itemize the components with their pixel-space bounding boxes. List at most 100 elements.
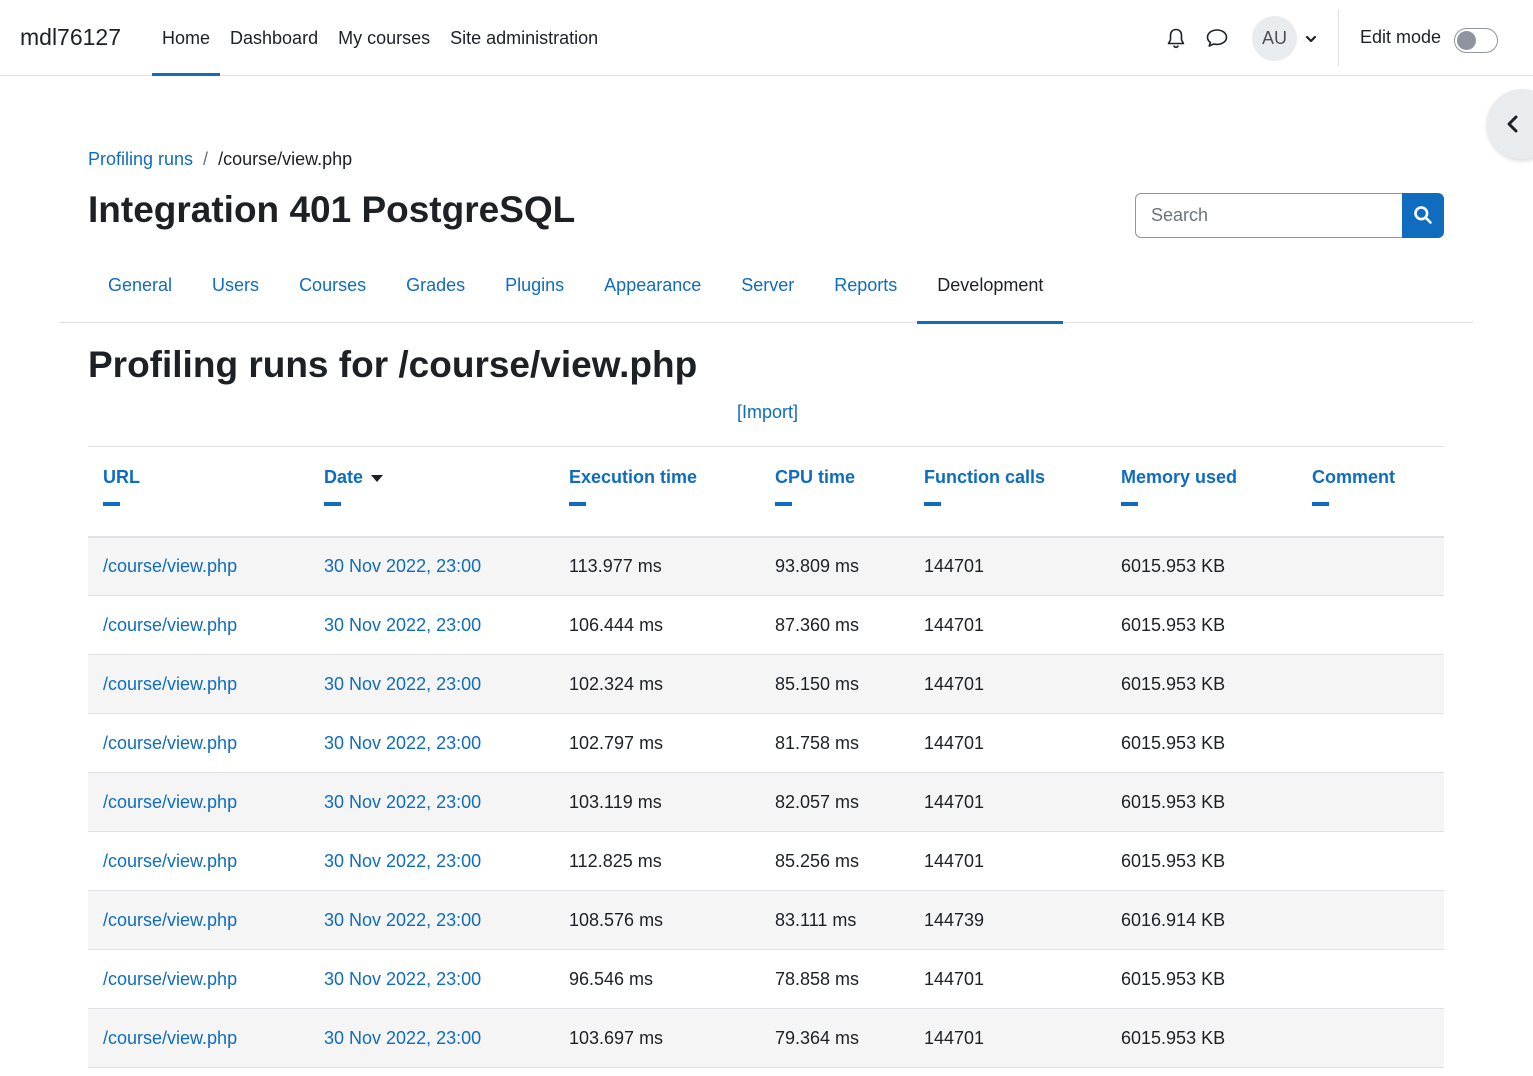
messages-chat-icon[interactable] [1205,27,1229,49]
table-row: /course/view.php 30 Nov 2022, 23:00 113.… [88,536,1444,596]
column-header-date[interactable]: Date [309,446,554,538]
cell-url[interactable]: /course/view.php [88,654,309,714]
edit-mode-label: Edit mode [1360,27,1442,47]
collapse-column-icon[interactable] [1312,502,1329,506]
tab-plugins[interactable]: Plugins [485,250,584,323]
search-icon [1414,206,1432,224]
user-avatar[interactable]: AU [1252,16,1297,61]
cell-url[interactable]: /course/view.php [88,713,309,773]
cell-url[interactable]: /course/view.php [88,831,309,891]
collapse-column-icon[interactable] [924,502,941,506]
cell-date[interactable]: 30 Nov 2022, 23:00 [309,772,554,832]
breadcrumb-separator: / [203,149,209,169]
cell-date[interactable]: 30 Nov 2022, 23:00 [309,1008,554,1068]
nav-site-administration[interactable]: Site administration [440,0,608,75]
profiling-runs-table: URL Date Execution time CPU time Functio… [88,446,1444,1068]
toggle-knob [1457,31,1476,50]
table-row: /course/view.php 30 Nov 2022, 23:00 102.… [88,713,1444,773]
collapse-column-icon[interactable] [775,502,792,506]
tab-development[interactable]: Development [917,250,1064,324]
site-brand[interactable]: mdl76127 [20,24,121,51]
cell-cpu-time: 78.858 ms [760,949,909,1009]
cell-memory-used: 6015.953 KB [1106,536,1297,596]
chevron-left-icon [1507,115,1518,133]
cell-execution-time: 102.324 ms [554,654,760,714]
cell-function-calls: 144701 [909,654,1106,714]
tab-grades[interactable]: Grades [386,250,485,323]
breadcrumb-profiling-runs[interactable]: Profiling runs [88,149,193,170]
cell-cpu-time: 79.364 ms [760,1008,909,1068]
secondary-navigation: General Users Courses Grades Plugins App… [59,250,1473,324]
nav-dashboard[interactable]: Dashboard [220,0,328,75]
nav-my-courses[interactable]: My courses [328,0,440,75]
column-header-comment[interactable]: Comment [1297,446,1444,538]
cell-url[interactable]: /course/view.php [88,595,309,655]
cell-url[interactable]: /course/view.php [88,772,309,832]
cell-execution-time: 96.546 ms [554,949,760,1009]
search-button[interactable] [1402,193,1444,238]
search-input[interactable] [1135,193,1403,238]
chevron-down-icon[interactable] [1304,30,1318,44]
column-header-url[interactable]: URL [88,446,309,538]
cell-comment [1297,772,1444,832]
column-header-label: Execution time [569,467,698,487]
collapse-column-icon[interactable] [324,502,341,506]
column-header-memory-used[interactable]: Memory used [1106,446,1297,538]
collapse-column-icon[interactable] [1121,502,1138,506]
cell-comment [1297,949,1444,1009]
tab-courses[interactable]: Courses [279,250,386,323]
cell-date[interactable]: 30 Nov 2022, 23:00 [309,654,554,714]
breadcrumb-current: /course/view.php [218,149,353,169]
cell-date[interactable]: 30 Nov 2022, 23:00 [309,536,554,596]
tab-users[interactable]: Users [192,250,279,323]
column-header-label: Date [324,467,364,487]
column-header-label: Function calls [924,467,1046,487]
table-row: /course/view.php 30 Nov 2022, 23:00 96.5… [88,949,1444,1009]
cell-date[interactable]: 30 Nov 2022, 23:00 [309,949,554,1009]
tab-server[interactable]: Server [721,250,814,323]
cell-comment [1297,831,1444,891]
column-header-cpu-time[interactable]: CPU time [760,446,909,538]
column-header-execution-time[interactable]: Execution time [554,446,760,538]
cell-date[interactable]: 30 Nov 2022, 23:00 [309,890,554,950]
tab-appearance[interactable]: Appearance [584,250,721,323]
cell-comment [1297,595,1444,655]
cell-execution-time: 112.825 ms [554,831,760,891]
edit-mode-toggle[interactable] [1454,28,1498,53]
cell-url[interactable]: /course/view.php [88,536,309,596]
cell-cpu-time: 82.057 ms [760,772,909,832]
cell-date[interactable]: 30 Nov 2022, 23:00 [309,831,554,891]
cell-comment [1297,654,1444,714]
cell-memory-used: 6015.953 KB [1106,772,1297,832]
cell-url[interactable]: /course/view.php [88,890,309,950]
cell-execution-time: 103.119 ms [554,772,760,832]
cell-cpu-time: 85.150 ms [760,654,909,714]
cell-memory-used: 6015.953 KB [1106,713,1297,773]
collapse-column-icon[interactable] [569,502,586,506]
admin-tabs: General Users Courses Grades Plugins App… [88,250,1064,324]
tab-general[interactable]: General [88,250,192,323]
collapse-column-icon[interactable] [103,502,120,506]
notifications-bell-icon[interactable] [1165,27,1187,49]
cell-url[interactable]: /course/view.php [88,949,309,1009]
table-row: /course/view.php 30 Nov 2022, 23:00 103.… [88,772,1444,832]
page-title: Integration 401 PostgreSQL [88,189,576,230]
table-row: /course/view.php 30 Nov 2022, 23:00 102.… [88,654,1444,714]
cell-cpu-time: 85.256 ms [760,831,909,891]
cell-url[interactable]: /course/view.php [88,1008,309,1068]
import-link[interactable]: [Import] [737,402,798,423]
open-drawer-button[interactable] [1487,89,1533,159]
nav-home[interactable]: Home [152,0,221,76]
cell-execution-time: 108.576 ms [554,890,760,950]
column-header-function-calls[interactable]: Function calls [909,446,1106,538]
cell-comment [1297,890,1444,950]
cell-function-calls: 144701 [909,949,1106,1009]
column-header-label: Comment [1312,467,1396,487]
breadcrumb: Profiling runs / /course/view.php [88,149,352,170]
cell-date[interactable]: 30 Nov 2022, 23:00 [309,713,554,773]
column-header-label: CPU time [775,467,856,487]
cell-cpu-time: 87.360 ms [760,595,909,655]
cell-memory-used: 6015.953 KB [1106,595,1297,655]
cell-date[interactable]: 30 Nov 2022, 23:00 [309,595,554,655]
tab-reports[interactable]: Reports [814,250,917,323]
